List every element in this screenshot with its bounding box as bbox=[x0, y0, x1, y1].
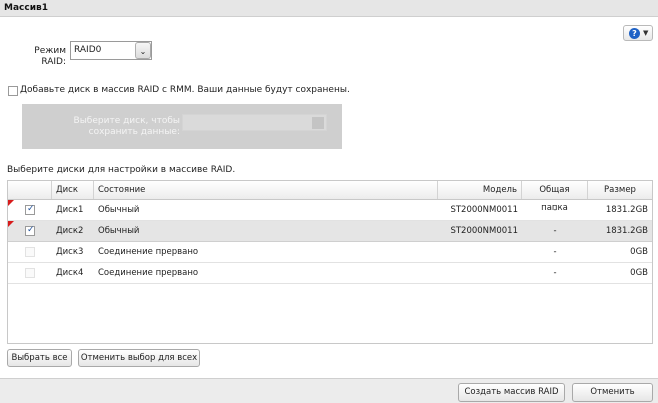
disk-selection-instruction: Выберите диски для настройки в массиве R… bbox=[7, 165, 236, 175]
disk-state: Обычный bbox=[98, 205, 140, 215]
column-header-disk[interactable]: Диск bbox=[52, 181, 94, 199]
disk-checkbox[interactable] bbox=[25, 225, 35, 236]
disk-size: 1831.2GB bbox=[605, 205, 648, 215]
column-header-share[interactable]: Общая папка bbox=[522, 181, 588, 213]
disk-model bbox=[438, 242, 522, 262]
table-row[interactable]: Диск2 Обычный ST2000NM0011 - 1831.2GB bbox=[8, 221, 652, 242]
rmm-disk-select bbox=[182, 114, 327, 131]
disk-size: 0GB bbox=[630, 247, 648, 257]
chevron-down-icon: ▼ bbox=[643, 29, 649, 37]
window-title: Массив1 bbox=[4, 3, 48, 13]
column-header-check bbox=[8, 181, 52, 199]
help-icon: ? bbox=[629, 28, 640, 39]
modified-flag-icon bbox=[8, 221, 14, 227]
disk-checkbox[interactable] bbox=[25, 204, 35, 215]
modified-flag-icon bbox=[8, 200, 14, 206]
disk-name: Диск1 bbox=[56, 205, 84, 215]
disk-state: Соединение прервано bbox=[98, 247, 199, 257]
rmm-disk-panel: Выберите диск, чтобы сохранить данные: bbox=[22, 104, 342, 149]
disk-table: Диск Состояние Модель Общая папка Размер… bbox=[7, 180, 653, 344]
deselect-all-button[interactable]: Отменить выбор для всех bbox=[78, 349, 200, 367]
raid-mode-label: Режим RAID: bbox=[34, 46, 66, 67]
cancel-button[interactable]: Отменить bbox=[572, 383, 653, 402]
rmm-checkbox-label: Добавьте диск в массив RAID с RMM. Ваши … bbox=[20, 85, 350, 95]
table-row[interactable]: Диск1 Обычный ST2000NM0011 - 1831.2GB bbox=[8, 200, 652, 221]
raid-mode-value: RAID0 bbox=[74, 45, 102, 55]
chevron-down-icon[interactable]: ⌄ bbox=[135, 42, 151, 59]
disk-checkbox bbox=[25, 268, 35, 278]
raid-mode-select[interactable]: RAID0 ⌄ bbox=[70, 41, 152, 60]
table-row[interactable]: Диск4 Соединение прервано - 0GB bbox=[8, 263, 652, 284]
disk-model: ST2000NM0011 bbox=[450, 226, 518, 236]
disk-model: ST2000NM0011 bbox=[450, 205, 518, 215]
disk-checkbox bbox=[25, 247, 35, 257]
disk-share: - bbox=[553, 226, 557, 236]
column-header-state[interactable]: Состояние bbox=[94, 181, 438, 199]
create-raid-button[interactable]: Создать массив RAID bbox=[458, 383, 565, 402]
table-row[interactable]: Диск3 Соединение прервано - 0GB bbox=[8, 242, 652, 263]
help-button[interactable]: ? ▼ bbox=[623, 25, 653, 41]
disk-name: Диск2 bbox=[56, 226, 84, 236]
rmm-checkbox[interactable] bbox=[8, 86, 18, 96]
column-header-size[interactable]: Размер bbox=[588, 181, 652, 199]
table-header: Диск Состояние Модель Общая папка Размер bbox=[8, 181, 652, 213]
window-titlebar: Массив1 bbox=[0, 0, 658, 17]
disk-share: - bbox=[553, 205, 557, 215]
column-header-model[interactable]: Модель bbox=[438, 181, 522, 199]
disk-name: Диск4 bbox=[56, 268, 84, 278]
select-all-button[interactable]: Выбрать все bbox=[7, 349, 72, 367]
disk-size: 0GB bbox=[630, 268, 648, 278]
disk-share: - bbox=[553, 268, 557, 278]
disk-name: Диск3 bbox=[56, 247, 84, 257]
disk-state: Соединение прервано bbox=[98, 268, 199, 278]
disk-state: Обычный bbox=[98, 226, 140, 236]
disk-size: 1831.2GB bbox=[605, 226, 648, 236]
disk-model bbox=[438, 263, 522, 283]
disk-share: - bbox=[553, 247, 557, 257]
rmm-disk-label: Выберите диск, чтобы сохранить данные: bbox=[73, 116, 180, 137]
chevron-down-icon bbox=[312, 117, 324, 129]
